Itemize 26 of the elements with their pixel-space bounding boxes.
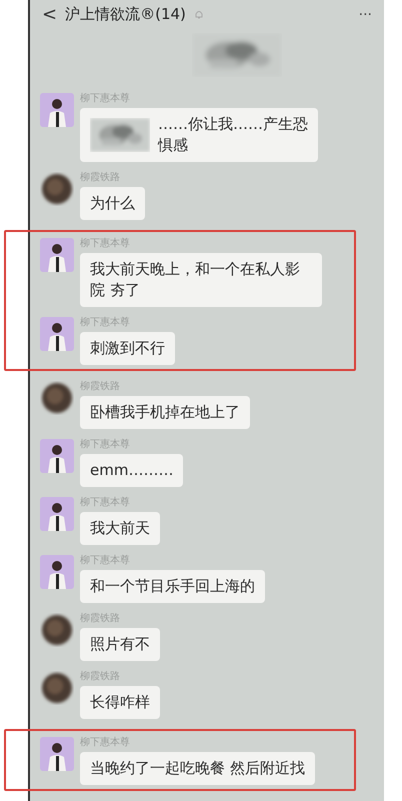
avatar[interactable] xyxy=(40,172,74,206)
message-bubble: 长得咋样 xyxy=(80,686,160,719)
avatar[interactable] xyxy=(40,381,74,415)
bell-icon xyxy=(194,9,204,20)
avatar[interactable] xyxy=(40,238,74,272)
avatar[interactable] xyxy=(40,613,74,647)
chat-title: 沪上情欲流®(14) xyxy=(65,5,186,24)
message-bubble: 当晚约了一起吃晚餐 然后附近找 xyxy=(80,752,315,785)
message-bubble: 为什么 xyxy=(80,187,145,220)
avatar[interactable] xyxy=(40,737,74,771)
message-bubble: 和一个节目乐手回上海的 xyxy=(80,570,265,603)
message-bubble: 刺激到不行 xyxy=(80,332,175,365)
avatar[interactable] xyxy=(40,317,74,351)
avatar[interactable] xyxy=(40,671,74,705)
avatar[interactable] xyxy=(40,93,74,127)
more-button[interactable]: ··· xyxy=(358,6,372,22)
avatar[interactable] xyxy=(40,497,74,531)
message-text: ……你让我……产生恐惧感 xyxy=(158,114,308,156)
message-bubble: emm……… xyxy=(80,454,184,487)
back-button[interactable]: < xyxy=(42,4,58,25)
avatar[interactable] xyxy=(40,439,74,473)
message-bubble: 我大前天 xyxy=(80,512,160,545)
avatar[interactable] xyxy=(40,555,74,589)
message-bubble: 卧槽我手机掉在地上了 xyxy=(80,396,250,429)
message-bubble: 我大前天晚上，和一个在私人影院 夯了 xyxy=(80,253,322,307)
message-bubble: 照片有不 xyxy=(80,628,160,661)
